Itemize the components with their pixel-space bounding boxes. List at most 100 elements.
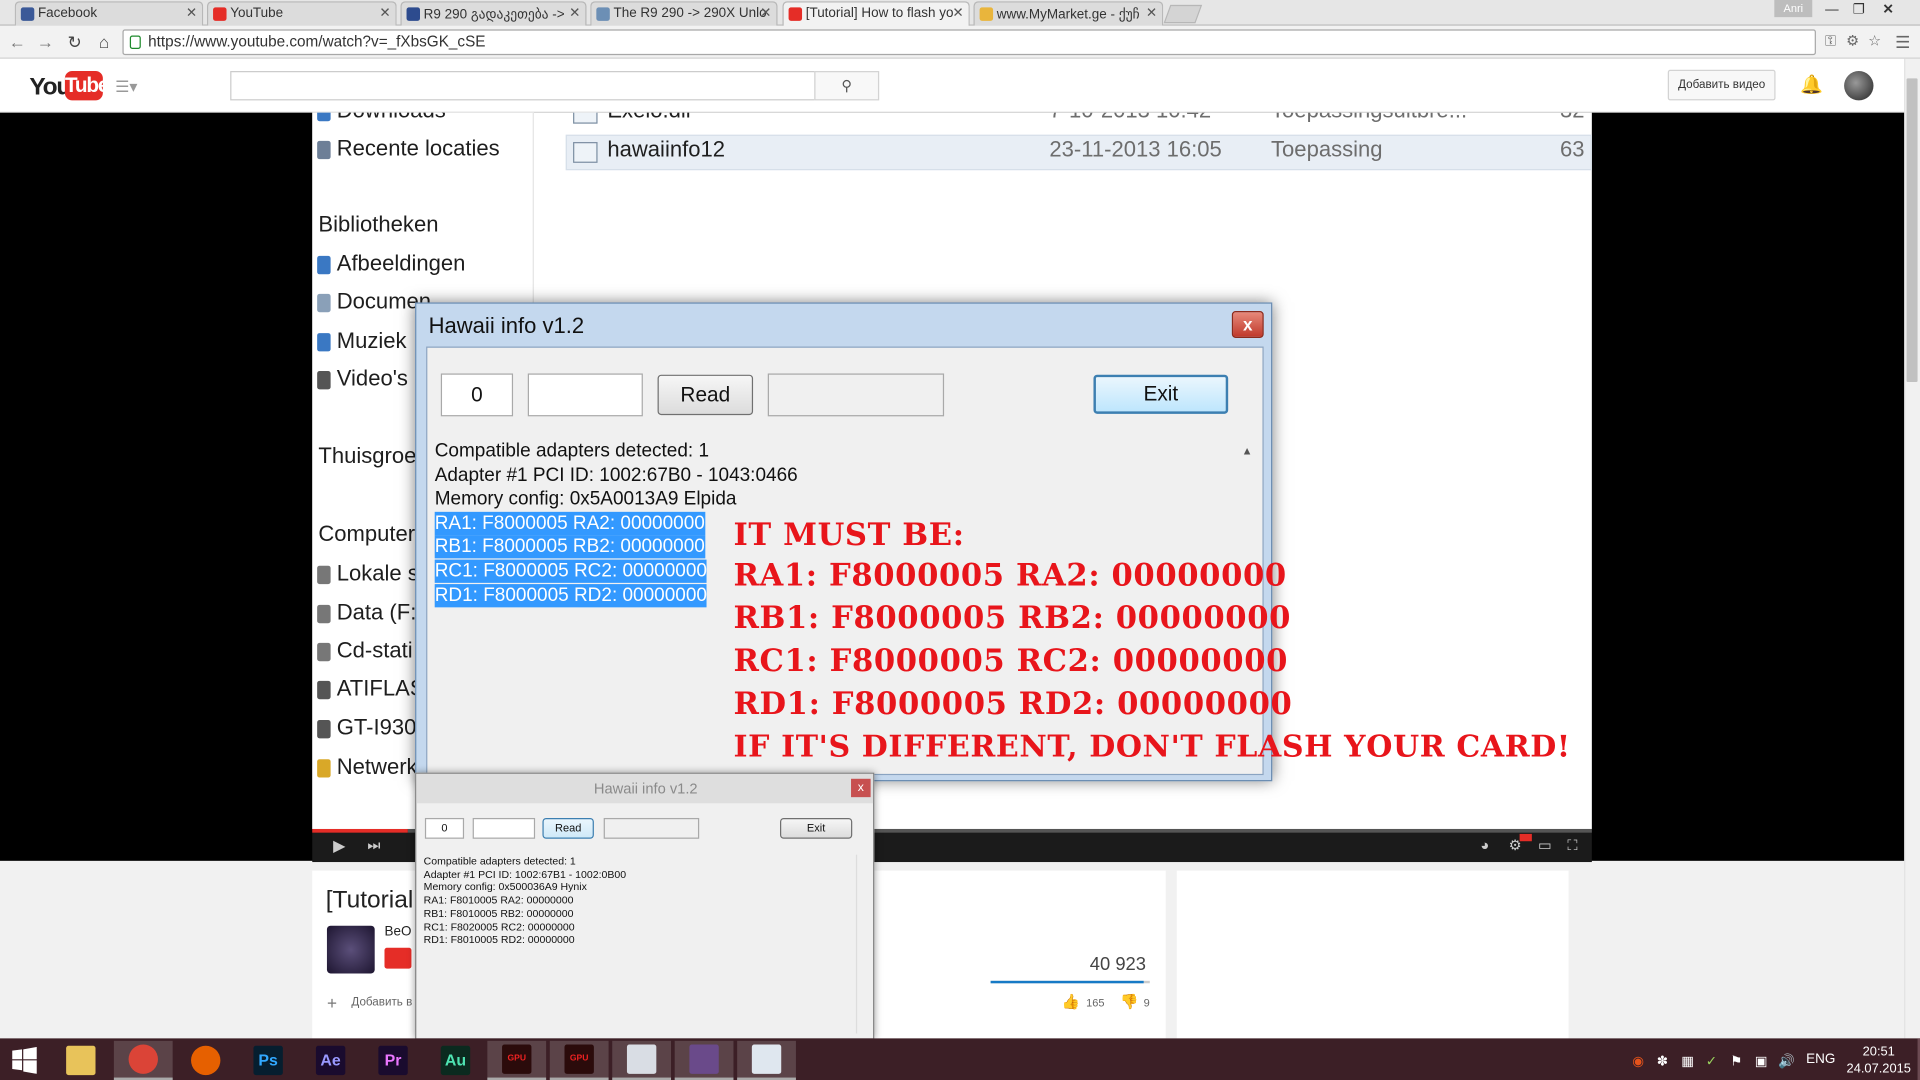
tab-favicon-icon — [788, 7, 803, 21]
account-avatar[interactable] — [1844, 71, 1874, 101]
like-icon[interactable]: 👍 — [1062, 993, 1080, 1010]
tray-monitor-icon[interactable]: ▣ — [1755, 1053, 1768, 1069]
taskbar-app-gpu-monitor[interactable]: GPU — [549, 1040, 609, 1080]
translate-icon[interactable]: ⚙ — [1843, 32, 1863, 52]
shield-icon[interactable]: ⚿ — [1821, 32, 1841, 52]
log-scrollbar[interactable] — [855, 854, 869, 1034]
back-icon[interactable]: ← — [6, 31, 28, 53]
taskbar-app-premiere[interactable]: Pr — [364, 1041, 423, 1080]
restore-icon[interactable]: ❐ — [1845, 1, 1872, 18]
play-icon[interactable]: ▶ — [333, 836, 345, 856]
tab-close-icon[interactable]: ✕ — [379, 5, 390, 21]
youtube-search-input[interactable] — [230, 71, 816, 101]
home-icon[interactable]: ⌂ — [93, 31, 115, 53]
explorer-nav-item[interactable]: GT-I930 — [317, 715, 416, 741]
channel-avatar[interactable] — [326, 925, 375, 974]
explorer-nav-item[interactable]: Lokale s — [317, 561, 419, 587]
new-tab-button[interactable] — [1163, 4, 1203, 24]
fullscreen-icon[interactable]: ⛶ — [1567, 836, 1577, 854]
output-field[interactable] — [527, 373, 643, 417]
read-button[interactable]: Read — [657, 374, 754, 416]
forward-icon[interactable]: → — [34, 31, 56, 53]
menu-icon[interactable]: ☰ — [1893, 32, 1913, 52]
explorer-nav-item[interactable]: ATIFLAS — [317, 676, 425, 702]
tray-network-icon[interactable]: ✓ — [1706, 1053, 1717, 1069]
tray-windows-icon[interactable]: ▦ — [1681, 1053, 1694, 1069]
taskbar-app-chrome[interactable] — [113, 1040, 173, 1080]
dislike-icon[interactable]: 👎 — [1120, 993, 1138, 1010]
explorer-nav-item[interactable]: Cd-stati — [317, 638, 413, 664]
exit-button[interactable]: Exit — [780, 817, 853, 839]
guide-menu-icon[interactable]: ☰▾ — [115, 77, 137, 97]
explorer-nav-item[interactable]: Recente locaties — [317, 136, 500, 162]
taskbar-app-calculator[interactable] — [612, 1040, 672, 1080]
star-icon[interactable]: ☆ — [1865, 32, 1885, 52]
tab-close-icon[interactable]: ✕ — [186, 5, 197, 21]
log-line: Adapter #1 PCI ID: 1002:67B1 - 1002:0B00 — [423, 867, 627, 881]
subscribe-button[interactable] — [384, 947, 412, 969]
adapter-index-input[interactable]: 0 — [440, 373, 514, 417]
explorer-nav-item[interactable]: Muziek — [317, 328, 407, 354]
minimize-icon[interactable]: — — [1818, 1, 1845, 18]
close-window-icon[interactable]: ✕ — [1875, 1, 1902, 18]
tray-flag-icon[interactable]: ⚑ — [1730, 1053, 1742, 1069]
taskbar-app-gpu-tweak[interactable]: GPU — [487, 1040, 547, 1080]
explorer-nav-item[interactable]: Computer — [318, 522, 415, 548]
browser-tab[interactable]: [Tutorial] How to flash yo ✕ — [782, 1, 970, 27]
add-to-label[interactable]: Добавить в — [351, 996, 412, 1009]
browser-tab[interactable]: www.MyMarket.ge - ქუჩ ✕ — [973, 1, 1164, 26]
taskbar-app-after-effects[interactable]: Ae — [301, 1041, 360, 1080]
channel-name[interactable]: BeO — [384, 924, 411, 939]
dialog-close-button[interactable]: x — [1231, 311, 1264, 338]
taskbar-app-photoshop[interactable]: Ps — [239, 1041, 298, 1080]
theater-mode-icon[interactable]: ▭ — [1538, 836, 1552, 853]
tab-close-icon[interactable]: ✕ — [1146, 5, 1157, 21]
explorer-nav-item[interactable]: Downloads — [317, 112, 446, 124]
browser-tab[interactable]: YouTube ✕ — [206, 1, 397, 26]
browser-tab[interactable]: Facebook ✕ — [14, 1, 204, 26]
profile-badge[interactable]: Anri — [1774, 0, 1813, 18]
taskbar-app-winrar[interactable] — [674, 1040, 734, 1080]
explorer-nav-item[interactable]: Video's — [317, 366, 408, 392]
search-icon[interactable]: ⚲ — [814, 71, 880, 101]
output-field[interactable] — [472, 817, 536, 839]
tray-clock[interactable]: 20:51 24.07.2015 — [1847, 1043, 1911, 1077]
scroll-up-icon[interactable]: ▲ — [1242, 444, 1253, 456]
watch-later-icon[interactable]: ◕ — [1480, 836, 1489, 853]
youtube-logo-badge[interactable]: Tube — [64, 71, 109, 101]
tray-app-icon[interactable]: ◉ — [1632, 1053, 1644, 1069]
browser-tab[interactable]: R9 290 გადაკეთება -> ✕ — [400, 1, 587, 26]
notifications-bell-icon[interactable]: 🔔 — [1800, 73, 1823, 96]
explorer-nav-label: Video's — [336, 366, 408, 391]
read-button[interactable]: Read — [542, 817, 594, 839]
explorer-nav-item[interactable]: Afbeeldingen — [317, 251, 465, 277]
tab-close-icon[interactable]: ✕ — [569, 5, 580, 21]
explorer-nav-item[interactable]: Thuisgroe — [318, 443, 416, 469]
tab-close-icon[interactable]: ✕ — [952, 5, 963, 21]
log-output[interactable]: Compatible adapters detected: 1 Adapter #… — [420, 855, 853, 1034]
tab-close-icon[interactable]: ✕ — [760, 5, 771, 21]
progress-played[interactable] — [312, 828, 408, 833]
taskbar-app-file-explorer[interactable] — [51, 1041, 110, 1080]
taskbar-app-hawaii-info[interactable] — [737, 1040, 796, 1080]
explorer-nav-item[interactable]: Netwerk — [317, 754, 418, 780]
browser-tab[interactable]: The R9 290 -> 290X Unlo ✕ — [590, 1, 778, 26]
dialog-close-button[interactable]: x — [851, 778, 871, 798]
explorer-nav-label: Thuisgroe — [318, 443, 417, 468]
address-bar[interactable]: https://www.youtube.com/watch?v=_fXbsGK_… — [122, 29, 1816, 56]
start-windows-icon[interactable] — [11, 1046, 38, 1074]
taskbar-app-firefox[interactable] — [176, 1041, 235, 1080]
add-icon[interactable]: + — [327, 993, 337, 1013]
taskbar-app-audition[interactable]: Au — [426, 1041, 485, 1080]
explorer-nav-item[interactable]: Data (F: — [317, 600, 416, 626]
upload-button[interactable]: Добавить видео — [1667, 69, 1776, 101]
tray-volume-icon[interactable]: 🔊 — [1778, 1053, 1795, 1069]
next-icon[interactable]: ⏭ — [367, 836, 380, 854]
tray-language[interactable]: ENG — [1806, 1052, 1835, 1067]
reload-icon[interactable]: ↻ — [64, 31, 86, 53]
exit-button[interactable]: Exit — [1093, 374, 1229, 414]
adapter-index-input[interactable]: 0 — [424, 817, 465, 839]
explorer-nav-item[interactable]: Bibliotheken — [318, 212, 438, 238]
page-scrollbar-thumb[interactable] — [1906, 78, 1918, 383]
tray-gpu-icon[interactable]: ✽ — [1657, 1053, 1668, 1069]
